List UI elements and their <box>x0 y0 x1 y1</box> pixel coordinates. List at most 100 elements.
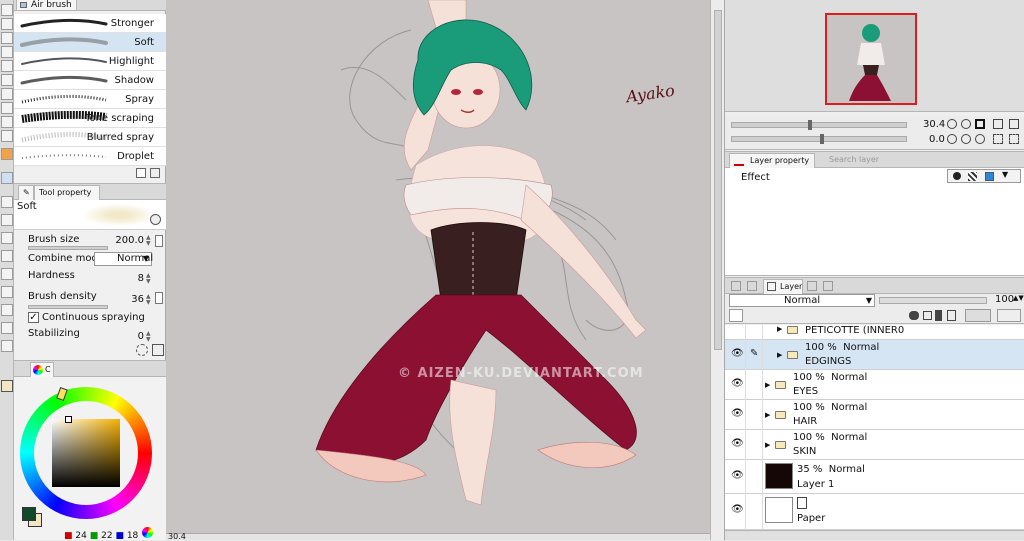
navigator-preview[interactable] <box>825 13 917 105</box>
rotation-slider-thumb[interactable] <box>820 134 824 144</box>
expand-arrow-icon[interactable]: ▶ <box>777 351 782 359</box>
lock-column[interactable] <box>745 494 763 530</box>
tool-button[interactable] <box>1 196 13 208</box>
reset-rotation-icon[interactable] <box>975 134 985 144</box>
spinner-icon[interactable]: ▲▼ <box>146 273 153 285</box>
tone-effect-icon[interactable] <box>968 172 977 181</box>
brush-item-shadow[interactable]: Shadow <box>14 71 166 90</box>
tool-button[interactable] <box>1 304 13 316</box>
scroll-thumb[interactable] <box>714 10 722 350</box>
flip-vertical-icon[interactable] <box>1009 134 1019 144</box>
layer-row-paper[interactable]: 👁 Paper <box>725 494 1024 530</box>
tab-search-layer[interactable]: Search layer <box>817 155 879 164</box>
tool-button[interactable] <box>1 286 13 298</box>
tool-button[interactable] <box>1 60 13 72</box>
lock-column[interactable] <box>745 400 763 430</box>
pressure-icon[interactable] <box>155 292 163 304</box>
eye-icon[interactable]: 👁 <box>731 505 744 515</box>
eye-icon[interactable]: 👁 <box>731 471 744 481</box>
tab-layer-property[interactable]: Layer property <box>729 153 815 168</box>
airbrush-tool-button[interactable] <box>1 172 13 184</box>
trash-icon[interactable] <box>150 168 160 178</box>
layer-color-button[interactable] <box>729 309 743 322</box>
tab-icon[interactable]: ✎ <box>18 185 34 200</box>
expand-arrow-icon[interactable]: ▶ <box>777 325 782 333</box>
eye-icon[interactable]: 👁 <box>731 379 744 389</box>
continuous-spraying-checkbox[interactable]: ✓ <box>28 312 39 323</box>
navigator-rotation-value[interactable]: 0.0 <box>929 134 945 145</box>
new-brush-icon[interactable] <box>136 168 146 178</box>
zoom-in-icon[interactable] <box>961 119 971 129</box>
brush-item-tone-scraping[interactable]: Tone scraping <box>14 109 166 128</box>
brush-item-soft[interactable]: Soft <box>14 33 166 52</box>
tab-icon-c[interactable] <box>807 281 817 291</box>
eye-icon[interactable]: 👁 <box>731 349 744 359</box>
zoom-icon[interactable] <box>150 214 161 225</box>
actual-size-icon[interactable] <box>993 119 1003 129</box>
lock-column[interactable] <box>745 325 763 340</box>
eye-icon[interactable]: 👁 <box>731 439 744 449</box>
tool-button[interactable] <box>1 116 13 128</box>
tool-button[interactable] <box>1 214 13 226</box>
tab-icon-d[interactable] <box>823 281 833 291</box>
eye-icon[interactable]: 👁 <box>731 409 744 419</box>
brush-item-droplet[interactable]: Droplet <box>14 147 166 166</box>
tool-button[interactable] <box>1 18 13 30</box>
fit-window-icon[interactable] <box>975 119 985 129</box>
brush-density-value[interactable]: 36 <box>131 294 144 305</box>
fullscreen-icon[interactable] <box>1009 119 1019 129</box>
tab-icon-b[interactable] <box>747 281 757 291</box>
lock-column[interactable] <box>745 370 763 400</box>
expand-arrow-icon[interactable]: ▶ <box>765 411 770 419</box>
color-swatch-mini[interactable] <box>1 380 13 392</box>
brush-item-stronger[interactable]: Stronger <box>14 14 166 33</box>
layer-row-layer-1[interactable]: 👁 35 % Normal Layer 1 <box>725 460 1024 494</box>
wrench-icon[interactable] <box>152 344 164 356</box>
tab-color-wheel[interactable]: C <box>30 362 54 377</box>
hardness-value[interactable]: 8 <box>138 273 144 284</box>
tool-button[interactable] <box>1 340 13 352</box>
expand-arrow-icon[interactable]: ▶ <box>765 441 770 449</box>
size-toggle-icon[interactable] <box>155 235 163 247</box>
spinner-icon[interactable]: ▲▼ <box>146 294 153 306</box>
settings-icon[interactable] <box>136 344 148 356</box>
layer-row-skin[interactable]: 👁 ▶ 100 % Normal SKIN <box>725 430 1024 460</box>
tool-button[interactable] <box>1 130 13 142</box>
tool-button[interactable] <box>1 74 13 86</box>
layer-menu-button[interactable] <box>997 309 1021 322</box>
layer-row-hair[interactable]: 👁 ▶ 100 % Normal HAIR <box>725 400 1024 430</box>
layer-color-icon[interactable] <box>985 172 994 181</box>
brush-density-slider[interactable] <box>28 305 108 309</box>
spinner-icon[interactable]: ▲▼ <box>146 235 153 247</box>
border-effect-icon[interactable] <box>953 172 961 180</box>
sv-cursor[interactable] <box>65 416 72 423</box>
chevron-down-icon[interactable]: ▼ <box>1002 170 1008 179</box>
layer-row-edgings[interactable]: 👁 ✎ ▶ 100 % Normal EDGINGS <box>725 340 1024 370</box>
navigator-zoom-value[interactable]: 30.4 <box>923 119 945 130</box>
zoom-slider-thumb[interactable] <box>808 120 812 130</box>
flip-horizontal-icon[interactable] <box>993 134 1003 144</box>
layer-row-peticotte[interactable]: ▶ PETICOTTE (INNER0 <box>725 325 1024 340</box>
blend-mode-select[interactable]: Normal ▼ <box>729 294 875 307</box>
tab-icon-a[interactable] <box>731 281 741 291</box>
rotate-left-icon[interactable] <box>947 134 957 144</box>
saturation-value-square[interactable] <box>52 419 120 487</box>
brush-size-value[interactable]: 200.0 <box>115 235 144 246</box>
tool-button[interactable] <box>1 88 13 100</box>
lock-column[interactable] <box>745 460 763 494</box>
tool-button[interactable] <box>1 4 13 16</box>
tool-button[interactable] <box>1 46 13 58</box>
tab-layer[interactable]: Layer <box>763 279 803 294</box>
lock-column[interactable]: ✎ <box>745 340 763 370</box>
combine-mode-select[interactable]: Normal ▼ <box>94 252 153 266</box>
brush-item-spray[interactable]: Spray <box>14 90 166 109</box>
brush-item-highlight[interactable]: Highlight <box>14 52 166 71</box>
lock-column[interactable] <box>745 430 763 460</box>
opacity-slider[interactable] <box>879 297 987 304</box>
mask-menu-button[interactable] <box>965 309 991 322</box>
brush-item-blurred-spray[interactable]: Blurred spray <box>14 128 166 147</box>
spinner-icon[interactable]: ▲▼ <box>146 331 153 343</box>
canvas-area[interactable]: Ayako © AIZEN-KU.DEVIANTART.COM <box>166 0 710 533</box>
rotation-slider[interactable] <box>731 134 907 144</box>
lock-icon[interactable] <box>935 310 942 321</box>
